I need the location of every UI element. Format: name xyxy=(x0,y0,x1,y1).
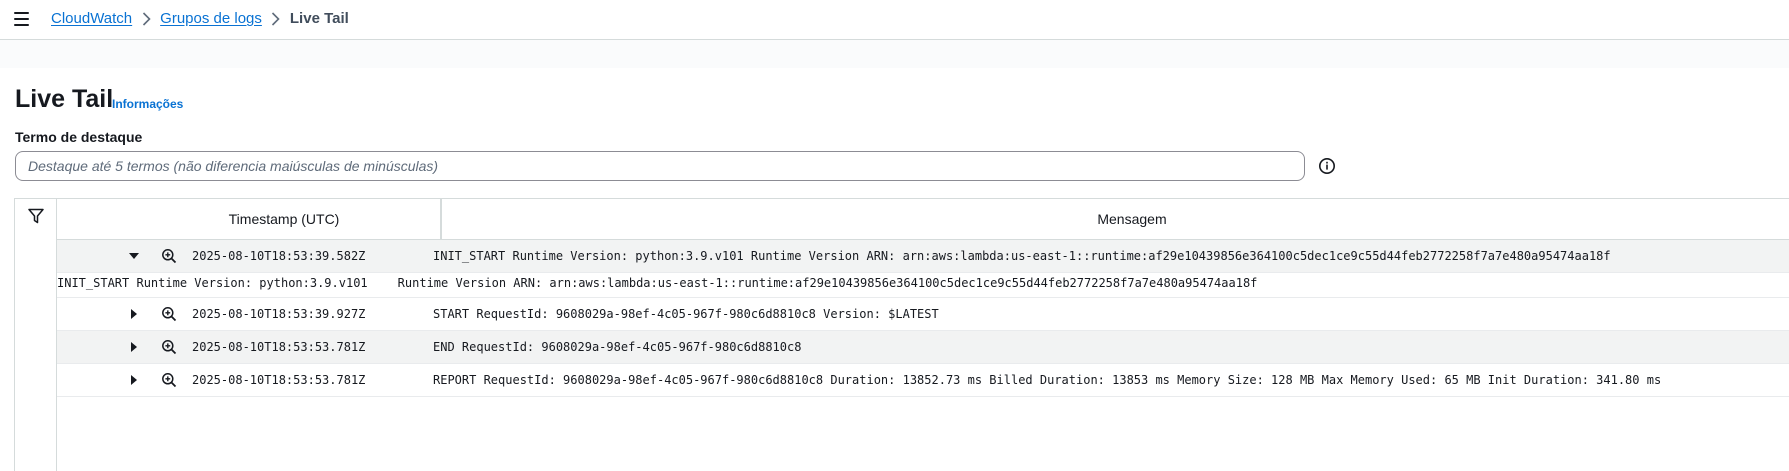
filter-icon[interactable] xyxy=(27,207,45,225)
filter-column xyxy=(15,199,57,471)
expanded-detail-part1: INIT_START Runtime Version: python:3.9.v… xyxy=(57,276,368,290)
row-timestamp: 2025-08-10T18:53:39.927Z xyxy=(192,307,366,321)
row-message: REPORT RequestId: 9608029a-98ef-4c05-967… xyxy=(433,373,1662,387)
highlight-term-label: Termo de destaque xyxy=(15,129,143,145)
caret-right-icon[interactable] xyxy=(127,373,141,387)
caret-right-icon[interactable] xyxy=(127,340,141,354)
row-message: END RequestId: 9608029a-98ef-4c05-967f-9… xyxy=(433,340,802,354)
chevron-right-icon xyxy=(262,11,290,26)
row-timestamp: 2025-08-10T18:53:53.781Z xyxy=(192,340,366,354)
zoom-in-icon[interactable] xyxy=(161,248,177,264)
row-message: START RequestId: 9608029a-98ef-4c05-967f… xyxy=(433,307,939,321)
info-circle-icon[interactable] xyxy=(1318,157,1336,175)
table-row[interactable]: 2025-08-10T18:53:39.927Z START RequestId… xyxy=(57,298,1789,331)
caret-down-icon[interactable] xyxy=(127,249,141,263)
breadcrumb-current: Live Tail xyxy=(289,10,349,27)
table-row[interactable]: 2025-08-10T18:53:39.582Z INIT_START Runt… xyxy=(57,240,1789,273)
highlight-term-input[interactable] xyxy=(15,151,1305,181)
breadcrumb-cloudwatch-link[interactable]: CloudWatch xyxy=(51,10,132,27)
table-header: Timestamp (UTC) Mensagem xyxy=(57,199,1789,240)
column-header-timestamp[interactable]: Timestamp (UTC) xyxy=(57,211,441,227)
column-header-message[interactable]: Mensagem xyxy=(442,211,1789,227)
hamburger-icon[interactable] xyxy=(14,12,29,26)
row-timestamp: 2025-08-10T18:53:39.582Z xyxy=(192,249,366,263)
row-message: INIT_START Runtime Version: python:3.9.v… xyxy=(433,249,1611,263)
header-band xyxy=(0,40,1789,68)
info-link[interactable]: Informações xyxy=(112,97,183,111)
table-row[interactable]: 2025-08-10T18:53:53.781Z REPORT RequestI… xyxy=(57,364,1789,397)
breadcrumb-log-groups-link[interactable]: Grupos de logs xyxy=(160,10,262,27)
top-navigation-bar: CloudWatch Grupos de logs Live Tail xyxy=(0,0,1789,40)
expanded-row-detail: INIT_START Runtime Version: python:3.9.v… xyxy=(57,273,1789,298)
table-row[interactable]: 2025-08-10T18:53:53.781Z END RequestId: … xyxy=(57,331,1789,364)
expanded-detail-part2: Runtime Version ARN: arn:aws:lambda:us-e… xyxy=(397,276,1258,290)
chevron-right-icon xyxy=(132,11,160,26)
zoom-in-icon[interactable] xyxy=(161,339,177,355)
zoom-in-icon[interactable] xyxy=(161,372,177,388)
zoom-in-icon[interactable] xyxy=(161,306,177,322)
breadcrumb: CloudWatch Grupos de logs Live Tail xyxy=(51,10,349,27)
page-title: Live Tail xyxy=(15,85,114,113)
log-events-panel: Timestamp (UTC) Mensagem 2025-08-10T18:5… xyxy=(14,198,1789,471)
caret-right-icon[interactable] xyxy=(127,307,141,321)
row-timestamp: 2025-08-10T18:53:53.781Z xyxy=(192,373,366,387)
